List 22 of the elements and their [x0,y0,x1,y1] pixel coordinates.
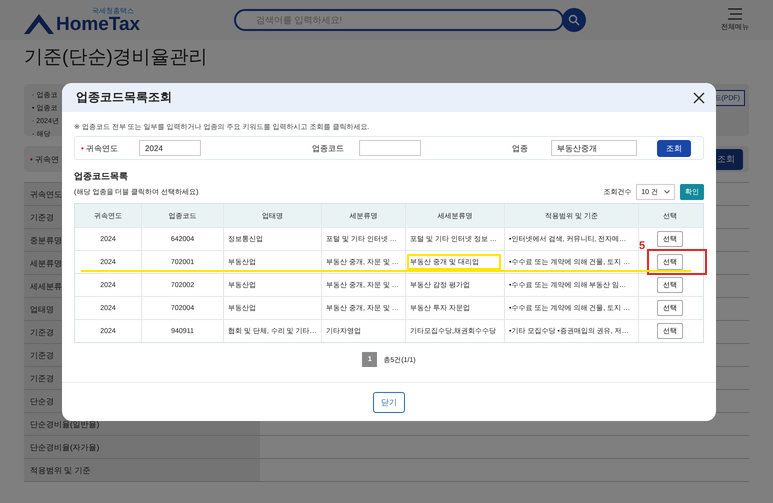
filter-label: • 귀속연 [30,154,60,164]
dialog-title: 업종코드목록조회 [76,89,172,106]
list-title: 업종코드목록 [74,170,129,183]
search-button[interactable] [562,8,586,32]
close-button[interactable]: 닫기 [373,392,405,412]
menu-icon[interactable] [727,8,743,20]
logo-text: HomeTax [56,16,140,34]
caret-icon [664,190,670,194]
close-icon[interactable] [692,90,706,104]
input-field[interactable]: 2024 [139,140,201,156]
step-number: 5 [639,240,646,252]
input-field[interactable] [359,140,421,156]
field-label: 업종 [511,142,529,154]
row-label: 적용범위 및 기준 [24,459,260,481]
house-icon [24,14,54,34]
row-label: 단순경비율(자가율) [24,436,260,458]
field-label: • 귀속연도 [81,142,120,154]
page-title: 기준(단순)경비율관리 [23,46,209,70]
field-label: 업종코드 [311,142,345,154]
search-icon [568,14,580,26]
input-field[interactable]: 부동산중개 [551,140,637,156]
search-button[interactable]: 조회 [657,140,691,156]
